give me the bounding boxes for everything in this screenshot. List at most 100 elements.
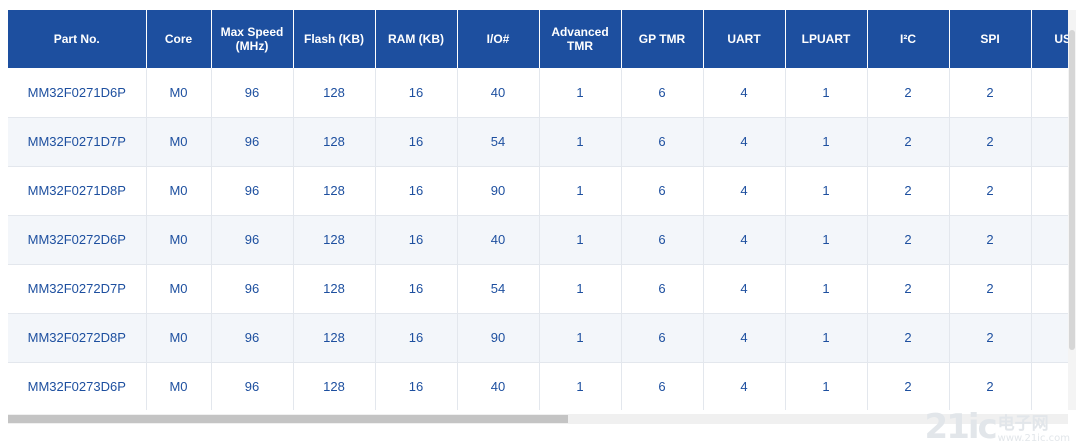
table-body: MM32F0271D6P M0 96 128 16 40 1 6 4 1 2 2 MM32F0271D7… xyxy=(8,68,1068,410)
cell-ram: 16 xyxy=(375,313,458,363)
cell-core: M0 xyxy=(146,215,212,265)
header-row: Part No. Core Max Speed (MHz) Flash (KB) RAM … xyxy=(8,10,1068,68)
watermark-text: 电子网 www.21ic.com xyxy=(998,415,1070,444)
cell-i2c: 2 xyxy=(867,117,950,167)
cell-advtmr: 1 xyxy=(539,215,622,265)
column-header-label: Part No. xyxy=(53,32,100,46)
table-row[interactable]: MM32F0273D6P M0 96 128 16 40 1 6 4 1 2 2 xyxy=(8,362,1068,410)
cell-uart: 4 xyxy=(703,313,786,363)
column-header-usb: USB xyxy=(1031,10,1068,68)
cell-spi: 2 xyxy=(949,166,1032,216)
column-header-flash: Flash (KB) xyxy=(293,10,376,68)
cell-lpuart: 1 xyxy=(785,68,868,118)
cell-i2c: 2 xyxy=(867,166,950,216)
cell-speed: 96 xyxy=(211,313,294,363)
cell-advtmr: 1 xyxy=(539,313,622,363)
column-header-i2c: I²C xyxy=(867,10,950,68)
column-header-part: Part No. xyxy=(8,10,147,68)
cell-lpuart: 1 xyxy=(785,264,868,314)
cell-ram: 16 xyxy=(375,117,458,167)
column-header-sublabel: TMR xyxy=(567,39,593,53)
cell-speed: 96 xyxy=(211,362,294,410)
vertical-scroll-thumb[interactable] xyxy=(1069,30,1075,350)
cell-core: M0 xyxy=(146,362,212,410)
table-viewport: Part No. Core Max Speed (MHz) Flash (KB) RAM … xyxy=(8,10,1068,410)
column-header-gptmr: GP TMR xyxy=(621,10,704,68)
cell-io: 40 xyxy=(457,362,540,410)
cell-ram: 16 xyxy=(375,362,458,410)
cell-i2c: 2 xyxy=(867,313,950,363)
cell-speed: 96 xyxy=(211,215,294,265)
cell-spi: 2 xyxy=(949,313,1032,363)
cell-i2c: 2 xyxy=(867,264,950,314)
horizontal-scroll-thumb[interactable] xyxy=(8,415,568,423)
cell-io: 40 xyxy=(457,68,540,118)
column-header-sublabel: (MHz) xyxy=(235,39,269,53)
table-row[interactable]: MM32F0272D7P M0 96 128 16 54 1 6 4 1 2 2 xyxy=(8,264,1068,314)
cell-ram: 16 xyxy=(375,166,458,216)
cell-uart: 4 xyxy=(703,362,786,410)
column-header-spi: SPI xyxy=(949,10,1032,68)
horizontal-scrollbar[interactable] xyxy=(8,414,1068,424)
column-header-label: UART xyxy=(727,32,761,46)
table-row[interactable]: MM32F0271D6P M0 96 128 16 40 1 6 4 1 2 2 xyxy=(8,68,1068,118)
cell-usb xyxy=(1031,264,1068,314)
cell-uart: 4 xyxy=(703,68,786,118)
column-header-label: I²C xyxy=(900,32,916,46)
cell-i2c: 2 xyxy=(867,215,950,265)
cell-spi: 2 xyxy=(949,68,1032,118)
cell-uart: 4 xyxy=(703,264,786,314)
table-row[interactable]: MM32F0271D8P M0 96 128 16 90 1 6 4 1 2 2 xyxy=(8,166,1068,216)
column-header-label: Core xyxy=(164,32,193,46)
cell-i2c: 2 xyxy=(867,362,950,410)
cell-ram: 16 xyxy=(375,264,458,314)
cell-lpuart: 1 xyxy=(785,313,868,363)
cell-core: M0 xyxy=(146,166,212,216)
column-header-core: Core xyxy=(146,10,212,68)
column-header-label: Max Speed xyxy=(220,25,284,39)
table-row[interactable]: MM32F0272D8P M0 96 128 16 90 1 6 4 1 2 2 xyxy=(8,313,1068,363)
cell-part[interactable]: MM32F0271D8P xyxy=(8,166,147,216)
cell-advtmr: 1 xyxy=(539,264,622,314)
column-header-label: GP TMR xyxy=(638,32,686,46)
cell-part[interactable]: MM32F0272D7P xyxy=(8,264,147,314)
cell-spi: 2 xyxy=(949,362,1032,410)
cell-part[interactable]: MM32F0271D7P xyxy=(8,117,147,167)
cell-gptmr: 6 xyxy=(621,166,704,216)
column-header-lpuart: LPUART xyxy=(785,10,868,68)
cell-usb xyxy=(1031,313,1068,363)
cell-spi: 2 xyxy=(949,215,1032,265)
cell-gptmr: 6 xyxy=(621,68,704,118)
table-row[interactable]: MM32F0271D7P M0 96 128 16 54 1 6 4 1 2 2 xyxy=(8,117,1068,167)
cell-lpuart: 1 xyxy=(785,166,868,216)
cell-part[interactable]: MM32F0271D6P xyxy=(8,68,147,118)
cell-core: M0 xyxy=(146,313,212,363)
column-header-label: SPI xyxy=(980,32,1000,46)
column-header-label: Flash (KB) xyxy=(304,32,364,46)
column-header-label: USB xyxy=(1054,32,1068,46)
cell-part[interactable]: MM32F0273D6P xyxy=(8,362,147,410)
cell-io: 90 xyxy=(457,166,540,216)
cell-part[interactable]: MM32F0272D8P xyxy=(8,313,147,363)
cell-advtmr: 1 xyxy=(539,117,622,167)
vertical-scrollbar[interactable] xyxy=(1068,10,1076,410)
product-table: Part No. Core Max Speed (MHz) Flash (KB) RAM … xyxy=(8,10,1068,410)
cell-gptmr: 6 xyxy=(621,264,704,314)
cell-usb xyxy=(1031,215,1068,265)
cell-core: M0 xyxy=(146,264,212,314)
cell-io: 40 xyxy=(457,215,540,265)
column-header-label: Advanced xyxy=(551,25,609,39)
cell-gptmr: 6 xyxy=(621,362,704,410)
cell-usb xyxy=(1031,117,1068,167)
cell-lpuart: 1 xyxy=(785,362,868,410)
table-header: Part No. Core Max Speed (MHz) Flash (KB) RAM … xyxy=(8,10,1068,68)
cell-io: 90 xyxy=(457,313,540,363)
cell-flash: 128 xyxy=(293,362,376,410)
cell-part[interactable]: MM32F0272D6P xyxy=(8,215,147,265)
cell-usb xyxy=(1031,362,1068,410)
column-header-io: I/O# xyxy=(457,10,540,68)
cell-gptmr: 6 xyxy=(621,215,704,265)
table-row[interactable]: MM32F0272D6P M0 96 128 16 40 1 6 4 1 2 2 xyxy=(8,215,1068,265)
watermark-number: 21ic xyxy=(924,407,998,447)
cell-spi: 2 xyxy=(949,117,1032,167)
